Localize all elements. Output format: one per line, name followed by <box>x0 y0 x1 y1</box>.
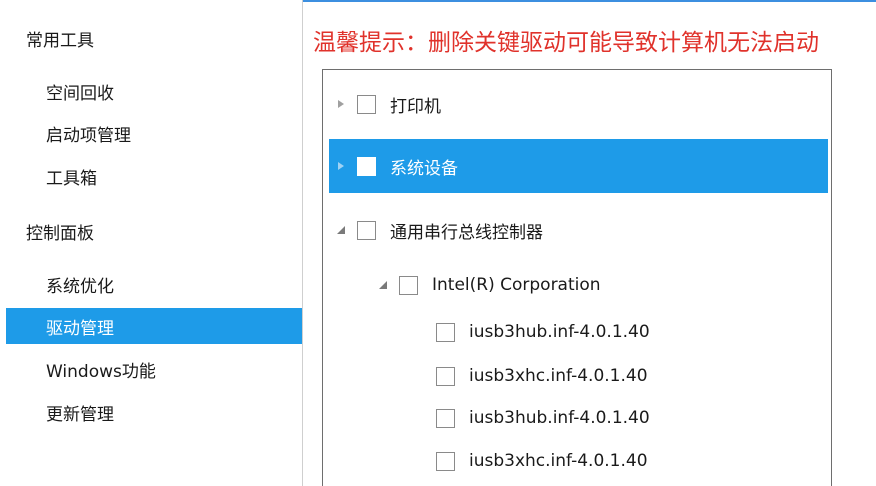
collapse-arrow-icon[interactable] <box>335 223 347 237</box>
tree-node-driver-item[interactable]: iusb3hub.inf-4.0.1.40 <box>329 312 828 352</box>
tree-node-printer[interactable]: 打印机 <box>329 77 828 131</box>
node-checkbox[interactable] <box>436 451 455 471</box>
tree-node-driver-item[interactable]: iusb3xhc.inf-4.0.1.40 <box>329 356 828 396</box>
node-label: iusb3xhc.inf-4.0.1.40 <box>469 366 648 386</box>
sidebar-item-label: 空间回收 <box>46 83 114 104</box>
sidebar-section-label: 控制面板 <box>26 223 94 244</box>
sidebar-item-label: 启动项管理 <box>46 125 131 146</box>
sidebar-section-label: 常用工具 <box>26 30 94 51</box>
warning-text: 温馨提示：删除关键驱动可能导致计算机无法启动 <box>313 30 819 56</box>
tree-node-system-devices[interactable]: 系统设备 <box>329 139 828 193</box>
node-checkbox[interactable] <box>357 156 376 176</box>
expand-arrow-icon[interactable] <box>335 159 347 173</box>
node-checkbox[interactable] <box>436 322 455 342</box>
sidebar-item-label: 更新管理 <box>46 404 114 425</box>
tree-node-usb-controllers[interactable]: 通用串行总线控制器 <box>329 203 828 257</box>
sidebar-item-label: 驱动管理 <box>46 318 114 339</box>
node-label: iusb3xhc.inf-4.0.1.40 <box>469 451 648 471</box>
sidebar: 常用工具 空间回收 启动项管理 工具箱 控制面板 系统优化 驱动管理 Windo… <box>0 0 302 486</box>
node-checkbox[interactable] <box>436 408 455 428</box>
node-checkbox[interactable] <box>357 220 376 240</box>
tree-node-driver-item[interactable]: iusb3xhc.inf-4.0.1.40 <box>329 441 828 481</box>
sidebar-item-space-reclaim[interactable]: 空间回收 <box>0 73 302 109</box>
sidebar-item-label: Windows功能 <box>46 361 156 382</box>
tree-node-intel-corporation[interactable]: Intel(R) Corporation <box>329 258 828 312</box>
sidebar-divider <box>302 0 303 486</box>
node-label: 打印机 <box>390 96 441 117</box>
node-label: iusb3hub.inf-4.0.1.40 <box>469 322 650 342</box>
node-label: Intel(R) Corporation <box>432 275 601 295</box>
node-label: 系统设备 <box>390 158 458 179</box>
sidebar-item-update-manager[interactable]: 更新管理 <box>0 394 302 430</box>
sidebar-item-driver-manager[interactable]: 驱动管理 <box>6 308 302 344</box>
node-label: iusb3hub.inf-4.0.1.40 <box>469 408 650 428</box>
node-label: 通用串行总线控制器 <box>390 222 543 243</box>
expand-arrow-icon[interactable] <box>335 97 347 111</box>
sidebar-section-control-panel[interactable]: 控制面板 <box>0 213 302 249</box>
tree-node-driver-item[interactable]: iusb3hub.inf-4.0.1.40 <box>329 398 828 438</box>
collapse-arrow-icon[interactable] <box>377 278 389 292</box>
sidebar-item-label: 系统优化 <box>46 276 114 297</box>
driver-manager-window: 常用工具 空间回收 启动项管理 工具箱 控制面板 系统优化 驱动管理 Windo… <box>0 0 876 486</box>
sidebar-item-label: 工具箱 <box>46 168 97 189</box>
sidebar-item-toolbox[interactable]: 工具箱 <box>0 158 302 194</box>
sidebar-item-system-optimize[interactable]: 系统优化 <box>0 266 302 302</box>
node-checkbox[interactable] <box>436 366 455 386</box>
driver-tree[interactable]: 打印机 系统设备 通用串行总线控制器 Intel(R) Corporation <box>322 69 832 486</box>
node-checkbox[interactable] <box>399 275 418 295</box>
node-checkbox[interactable] <box>357 94 376 114</box>
sidebar-item-windows-features[interactable]: Windows功能 <box>0 351 302 387</box>
sidebar-item-startup-manager[interactable]: 启动项管理 <box>0 115 302 151</box>
sidebar-section-common-tools[interactable]: 常用工具 <box>0 20 302 56</box>
